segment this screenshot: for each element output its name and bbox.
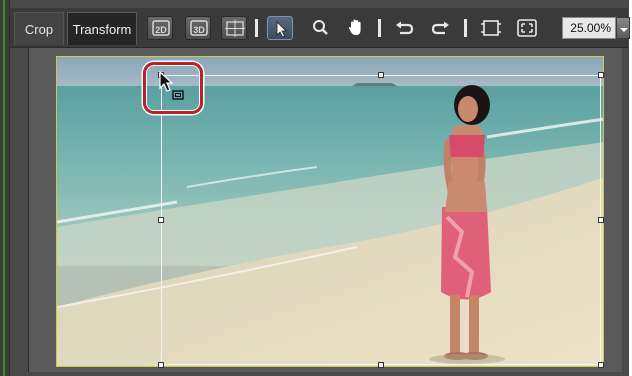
redo-arrow-icon — [431, 21, 449, 35]
zoom-dropdown-button[interactable] — [616, 17, 630, 39]
hand-icon — [348, 19, 361, 35]
full-view-icon — [517, 19, 537, 37]
2d-mode-button[interactable]: 2D — [147, 16, 173, 40]
magnifier-icon — [313, 20, 328, 35]
transform-handle-bottom-right[interactable] — [598, 362, 604, 368]
transform-handle-right[interactable] — [598, 217, 604, 223]
svg-text:3D: 3D — [193, 25, 205, 35]
tab-transform[interactable]: Transform — [67, 12, 137, 45]
svg-text:2D: 2D — [155, 25, 167, 35]
fit-frame-icon — [481, 20, 501, 36]
transform-editor-window: Crop Transform 2D 3D 25.00% — [0, 0, 632, 376]
transform-handle-top-right[interactable] — [598, 72, 604, 78]
3d-mode-button[interactable]: 3D — [185, 16, 211, 40]
grid-toggle-button[interactable] — [221, 16, 247, 40]
video-frame-image — [56, 56, 604, 367]
transform-handle-bottom-left[interactable] — [158, 362, 164, 368]
fit-frame-button[interactable] — [479, 16, 503, 40]
full-view-button[interactable] — [515, 16, 539, 40]
chevron-down-icon — [620, 28, 628, 32]
transform-handle-bottom[interactable] — [378, 362, 384, 368]
redo-button[interactable] — [428, 16, 452, 40]
grid-icon — [225, 20, 245, 37]
transform-handle-left[interactable] — [158, 217, 164, 223]
undo-button[interactable] — [393, 16, 417, 40]
left-panel-edge — [0, 0, 10, 376]
undo-arrow-icon — [396, 21, 414, 35]
zoom-level-field[interactable]: 25.00% — [562, 17, 616, 39]
toolbar-separator — [378, 19, 381, 37]
2d-icon: 2D — [152, 20, 170, 36]
arrow-pointer-icon — [276, 21, 287, 38]
toolbar: Crop Transform 2D 3D 25.00% — [10, 8, 630, 48]
toolbar-separator — [464, 19, 467, 37]
toolbar-separator — [255, 19, 258, 37]
tab-crop[interactable]: Crop — [14, 12, 64, 45]
crop-cursor-icon — [172, 90, 184, 100]
transform-handle-top[interactable] — [378, 72, 384, 78]
3d-icon: 3D — [190, 20, 208, 36]
hand-tool-button[interactable] — [344, 16, 368, 40]
zoom-tool-button[interactable] — [309, 16, 333, 40]
select-tool-button[interactable] — [267, 16, 293, 40]
